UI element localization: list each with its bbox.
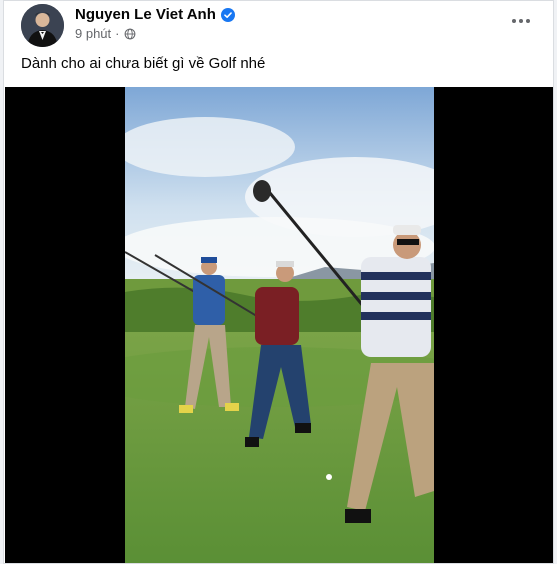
- video-frame[interactable]: [125, 87, 434, 563]
- more-dot: [512, 19, 516, 23]
- more-dot: [519, 19, 523, 23]
- post-meta: 9 phút ·: [75, 26, 136, 41]
- video-player[interactable]: [5, 87, 553, 563]
- more-dot: [526, 19, 530, 23]
- more-options-icon[interactable]: [507, 11, 535, 31]
- author-name-text[interactable]: Nguyen Le Viet Anh: [75, 6, 216, 23]
- feed-post: Nguyen Le Viet Anh 9 phút · Dành cho ai …: [3, 0, 554, 564]
- video-thumbnail: [125, 87, 434, 563]
- author-avatar[interactable]: [21, 4, 64, 47]
- verified-badge-icon: [220, 7, 235, 22]
- post-caption: Dành cho ai chưa biết gì về Golf nhé: [21, 55, 266, 72]
- post-timestamp[interactable]: 9 phút: [75, 26, 111, 41]
- meta-separator: ·: [115, 26, 120, 41]
- author-name[interactable]: Nguyen Le Viet Anh: [75, 6, 235, 23]
- globe-icon[interactable]: [124, 28, 136, 40]
